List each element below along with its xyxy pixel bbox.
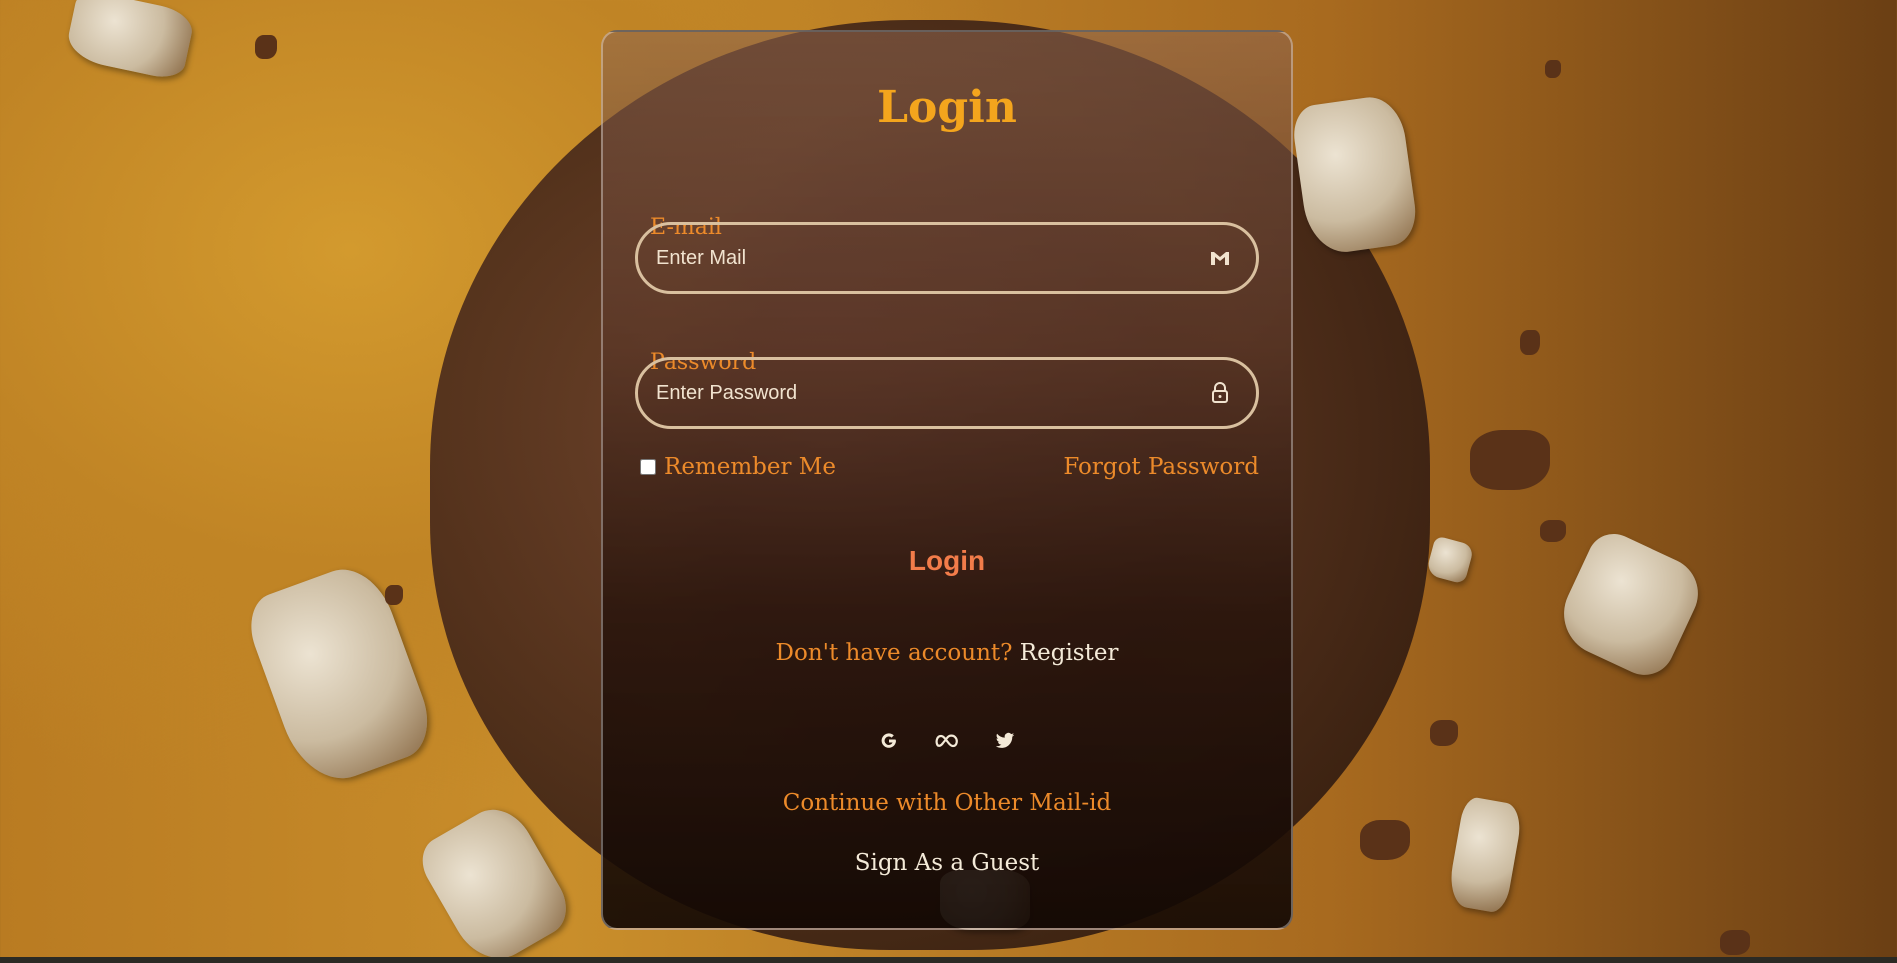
register-link[interactable]: Register	[1020, 640, 1119, 666]
login-card: Login E-mail Password Remember Me Forgot…	[601, 30, 1293, 930]
lock-icon	[1206, 379, 1234, 407]
remember-me[interactable]: Remember Me	[640, 454, 836, 480]
email-input[interactable]	[638, 245, 1206, 271]
background-crumb	[1545, 60, 1561, 78]
background-crumb	[1720, 930, 1750, 955]
background-crumb	[1360, 820, 1410, 860]
password-field-wrapper	[635, 357, 1259, 429]
mail-icon	[1206, 244, 1234, 272]
background-crumb	[1520, 330, 1540, 355]
password-input[interactable]	[638, 380, 1206, 406]
background-crumb	[1470, 430, 1550, 490]
social-login-row	[603, 729, 1291, 753]
background-crumb	[1430, 720, 1458, 746]
remember-me-label: Remember Me	[664, 454, 836, 480]
background-chunk	[240, 557, 440, 793]
forgot-password-link[interactable]: Forgot Password	[1063, 454, 1259, 480]
google-icon[interactable]	[877, 729, 901, 753]
register-line: Don't have account? Register	[603, 640, 1291, 666]
background-chunk	[1445, 795, 1525, 915]
continue-other-mail-link[interactable]: Continue with Other Mail-id	[603, 790, 1291, 816]
background-chunk	[412, 796, 578, 963]
background-crumb	[385, 585, 403, 605]
background-crumb	[1540, 520, 1566, 542]
register-prompt: Don't have account?	[775, 640, 1013, 666]
remember-me-checkbox[interactable]	[640, 459, 656, 475]
login-button[interactable]: Login	[903, 544, 991, 578]
login-options-row: Remember Me Forgot Password	[640, 454, 1259, 480]
background-chunk	[1425, 535, 1475, 585]
bottom-bar	[0, 957, 1897, 963]
login-title: Login	[877, 82, 1017, 133]
sign-as-guest-link[interactable]: Sign As a Guest	[603, 850, 1291, 876]
background-chunk	[1550, 525, 1710, 685]
background-crumb	[255, 35, 277, 59]
email-field-wrapper	[635, 222, 1259, 294]
background-chunk	[64, 0, 196, 82]
meta-icon[interactable]	[935, 729, 959, 753]
twitter-icon[interactable]	[993, 729, 1017, 753]
